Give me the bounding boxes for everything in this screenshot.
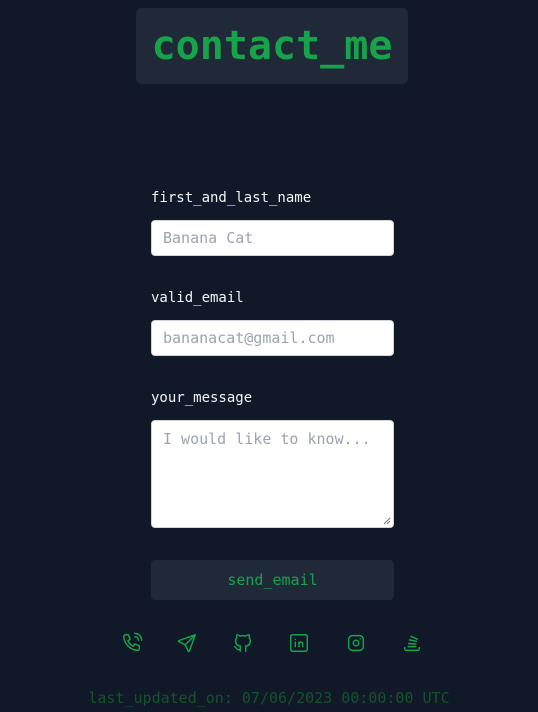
message-label: your_message	[151, 390, 253, 406]
last-updated-footer: last_updated_on: 07/06/2023 00:00:00 UTC	[88, 689, 450, 707]
instagram-icon[interactable]	[345, 632, 367, 654]
email-label: valid_email	[151, 290, 244, 306]
github-icon[interactable]	[232, 632, 254, 654]
linkedin-icon[interactable]	[288, 632, 310, 654]
email-field[interactable]: bananacat@gmail.com	[151, 320, 394, 356]
message-field[interactable]: I would like to know...	[151, 420, 394, 528]
phone-icon[interactable]	[121, 632, 143, 654]
social-links	[121, 632, 425, 656]
send-email-button[interactable]: send_email	[151, 560, 394, 600]
stackoverflow-icon[interactable]	[401, 632, 423, 654]
email-placeholder: bananacat@gmail.com	[163, 329, 335, 347]
name-placeholder: Banana Cat	[163, 229, 254, 247]
name-field[interactable]: Banana Cat	[151, 220, 394, 256]
page-title: contact_me	[151, 23, 393, 69]
name-label: first_and_last_name	[151, 190, 312, 206]
send-icon[interactable]	[176, 632, 198, 654]
resize-handle-icon[interactable]	[383, 517, 391, 525]
message-placeholder: I would like to know...	[163, 430, 371, 448]
page-title-panel: contact_me	[136, 8, 408, 84]
